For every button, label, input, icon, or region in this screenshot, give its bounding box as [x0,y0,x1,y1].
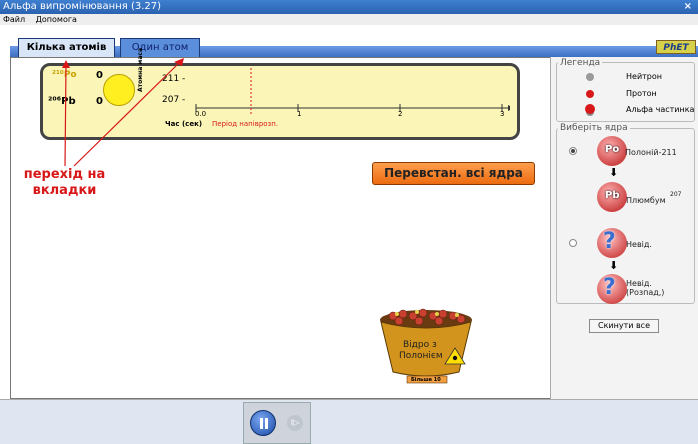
proton-icon [586,90,594,98]
half-life-label: Період напіврозп. [212,120,279,128]
lead-symbol: Pb [605,190,620,201]
tab-single-atom[interactable]: Один атом [120,38,200,57]
legend-neutron-label: Нейтрон [626,72,662,81]
menu-file[interactable]: Файл [3,15,25,24]
radio-custom[interactable] [569,239,577,247]
unknown-label: Невід. [626,240,652,249]
unknown-daughter-icon: ? [597,274,627,304]
nucleus-picker-title: Виберіть ядра [558,123,630,133]
polonium-symbol: Po [605,144,620,155]
unknown-nucleus-icon: ? [597,228,627,258]
alpha-particle-icon [585,104,595,114]
lead-mass-sup: 207 [670,191,682,198]
annotation-arrows [62,58,184,167]
close-icon[interactable]: × [684,0,692,14]
unknown-daughter-label-2: (Розпад,) [626,288,665,297]
lead-nucleus-icon: Pb [597,182,627,212]
menu-bar: Файл Допомога [0,14,698,25]
phet-logo[interactable]: PhET [656,40,696,54]
legend-title: Легенда [558,58,603,68]
legend-proton-label: Протон [626,89,657,98]
question-icon-2: ? [603,275,616,300]
neutron-icon [586,73,594,81]
unknown-daughter-label-1: Невід. [626,279,652,288]
bucket-label-1: Відро з [403,340,437,350]
x-tick-3: 3 [500,110,505,118]
legend-alpha-label: Альфа частинка [626,105,695,114]
reset-all-button[interactable]: Скинути все [589,319,659,333]
polonium-nucleus-icon: Po [597,136,627,166]
pause-button[interactable] [250,410,276,436]
tab-multiple-atoms[interactable]: Кілька атомів [18,38,115,57]
decay-arrow-icon: ⬇ [609,166,619,179]
step-button[interactable]: I▷ [287,415,303,431]
bottom-bar [0,399,698,444]
radio-polonium[interactable] [569,147,577,155]
question-icon: ? [603,229,616,254]
x-tick-2: 2 [398,110,403,118]
tab-switch-annotation: перехід на вкладки [23,167,106,198]
bucket-label-2: Полонієм [399,351,443,361]
x-tick-1: 1 [297,110,302,118]
decay-arrow-icon-2: ⬇ [609,259,619,272]
window-title: Альфа випромінювання (3.27) [3,1,162,12]
bucket-slider-label[interactable]: Більше 10 [411,377,441,383]
window-titlebar: Альфа випромінювання (3.27) × [0,0,698,14]
polonium-211-label: Полоній-211 [625,148,677,157]
menu-help[interactable]: Допомога [36,15,77,24]
reset-all-nuclei-button[interactable]: Перевстан. всі ядра [372,162,535,185]
lead-label-text: Плюмбум [626,196,666,205]
time-axis [195,68,510,116]
